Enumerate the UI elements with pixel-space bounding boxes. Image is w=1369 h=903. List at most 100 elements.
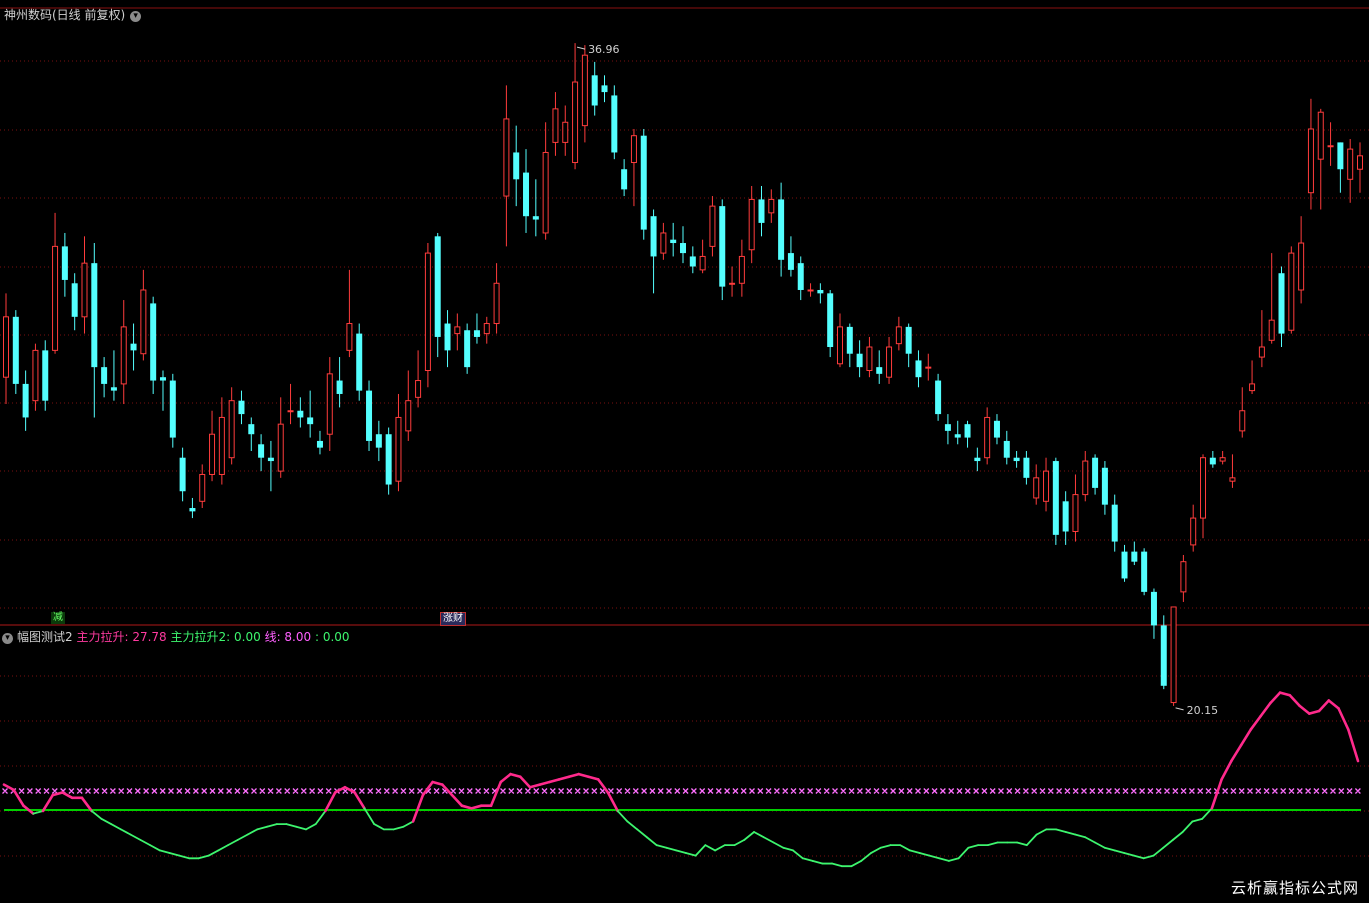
main-lift-segment bbox=[509, 772, 522, 779]
candle-body bbox=[150, 303, 157, 381]
candle-body bbox=[758, 199, 765, 223]
candle-body bbox=[1150, 591, 1157, 626]
candle-body bbox=[356, 333, 363, 391]
main-lift-segment-low bbox=[850, 860, 863, 868]
candle-body bbox=[993, 420, 1000, 438]
watermark: 云析赢指标公式网 bbox=[1230, 879, 1359, 897]
candle-body bbox=[1111, 504, 1118, 542]
main-lift-segment bbox=[499, 772, 512, 784]
main-lift-segment bbox=[606, 791, 619, 813]
main-lift-segment bbox=[41, 793, 55, 813]
candle-body bbox=[493, 282, 500, 325]
candle-body bbox=[3, 316, 9, 378]
candle-body bbox=[778, 199, 785, 260]
chart-canvas: 36.96 20.15 bbox=[0, 7, 1369, 868]
main-lift-segment-low bbox=[227, 838, 239, 847]
candle-body bbox=[748, 198, 755, 251]
candle-body bbox=[581, 54, 588, 127]
candle-body bbox=[1278, 273, 1285, 334]
candle-body bbox=[1288, 252, 1295, 331]
main-lift-segment-low bbox=[402, 820, 415, 828]
candle-body bbox=[984, 416, 991, 459]
main-lift-segment-low bbox=[1133, 854, 1145, 860]
main-lift-segment-low bbox=[1113, 849, 1126, 854]
main-lift-segment-low bbox=[860, 852, 872, 862]
candle-body bbox=[336, 380, 343, 394]
main-lift-segment-low bbox=[110, 823, 122, 831]
chevron-down-icon[interactable]: ▾ bbox=[2, 633, 13, 644]
candle-body bbox=[199, 473, 206, 502]
main-lift-segment bbox=[567, 772, 581, 779]
main-lift-segment-low bbox=[665, 846, 678, 852]
candle-body bbox=[944, 424, 951, 431]
main-lift-segment-low bbox=[947, 857, 960, 862]
main-lift-segment-low bbox=[149, 844, 161, 852]
main-lift-segment bbox=[557, 775, 571, 781]
candle-body bbox=[925, 366, 932, 369]
candle-body bbox=[1052, 461, 1059, 535]
main-lift-segment bbox=[411, 793, 425, 823]
main-lift-segment-low bbox=[1094, 841, 1106, 849]
candle-body bbox=[1121, 551, 1128, 579]
candle-body bbox=[1092, 457, 1099, 488]
candle-body bbox=[1033, 477, 1040, 499]
candle-body bbox=[110, 387, 117, 391]
candle-body bbox=[552, 108, 559, 143]
main-lift-segment bbox=[353, 791, 366, 810]
candle-body bbox=[1229, 477, 1236, 482]
candle-body bbox=[1258, 346, 1265, 358]
low-marker-arrow bbox=[1175, 707, 1184, 711]
main-lift-segment bbox=[470, 804, 483, 810]
main-lift-segment-low bbox=[899, 844, 911, 852]
candle-body bbox=[915, 360, 922, 378]
main-lift-segment bbox=[1249, 714, 1262, 731]
main-lift-segment bbox=[548, 778, 561, 784]
main-lift-segment-low bbox=[1142, 854, 1155, 860]
candle-body bbox=[660, 232, 667, 254]
main-lift-segment-low bbox=[236, 833, 249, 841]
candle-body bbox=[964, 424, 971, 438]
signal-tag-left: 减 bbox=[51, 612, 65, 624]
main-lift-segment bbox=[324, 791, 337, 813]
candle-body bbox=[630, 135, 637, 164]
candle-body bbox=[523, 172, 530, 217]
candle-body bbox=[856, 353, 863, 368]
main-lift-segment-low bbox=[831, 862, 843, 868]
main-lift-segment-low bbox=[616, 810, 629, 823]
main-lift-segment-low bbox=[918, 852, 931, 857]
main-lift-segment bbox=[1317, 699, 1331, 713]
main-lift-segment bbox=[460, 804, 473, 810]
main-lift-segment-low bbox=[1084, 836, 1096, 844]
candle-body bbox=[1357, 155, 1363, 170]
candle-body bbox=[1101, 467, 1108, 505]
candle-body bbox=[1062, 501, 1069, 532]
candle-body bbox=[513, 152, 520, 180]
legend-main-lift-2: 主力拉升2: 0.00 bbox=[170, 630, 261, 644]
candle-body bbox=[277, 423, 284, 472]
candle-body bbox=[12, 316, 19, 384]
main-lift-segment-low bbox=[684, 852, 697, 857]
candle-body bbox=[562, 121, 569, 143]
main-lift-segment bbox=[1210, 778, 1223, 810]
candle-body bbox=[130, 343, 137, 351]
main-lift-segment bbox=[538, 780, 551, 786]
candle-body bbox=[503, 118, 510, 197]
candle-body bbox=[1013, 457, 1020, 462]
main-lift-segment-low bbox=[938, 857, 950, 862]
candle-body bbox=[61, 246, 68, 280]
main-lift-segment-low bbox=[100, 817, 113, 825]
main-lift-segment bbox=[1239, 728, 1253, 747]
main-lift-segment-low bbox=[879, 844, 892, 849]
main-lift-segment bbox=[489, 780, 503, 807]
candle-body bbox=[1043, 470, 1050, 502]
candle-body bbox=[1209, 457, 1216, 465]
main-lift-segment-low bbox=[1064, 831, 1077, 836]
main-lift-segment-low bbox=[305, 823, 317, 831]
candle-body bbox=[836, 326, 843, 365]
candle-body bbox=[787, 253, 794, 270]
chevron-down-icon[interactable]: ▾ bbox=[130, 11, 142, 22]
main-lift-segment bbox=[51, 791, 64, 797]
candle-body bbox=[611, 95, 618, 153]
candle-body bbox=[307, 417, 314, 425]
candle-body bbox=[591, 75, 598, 106]
